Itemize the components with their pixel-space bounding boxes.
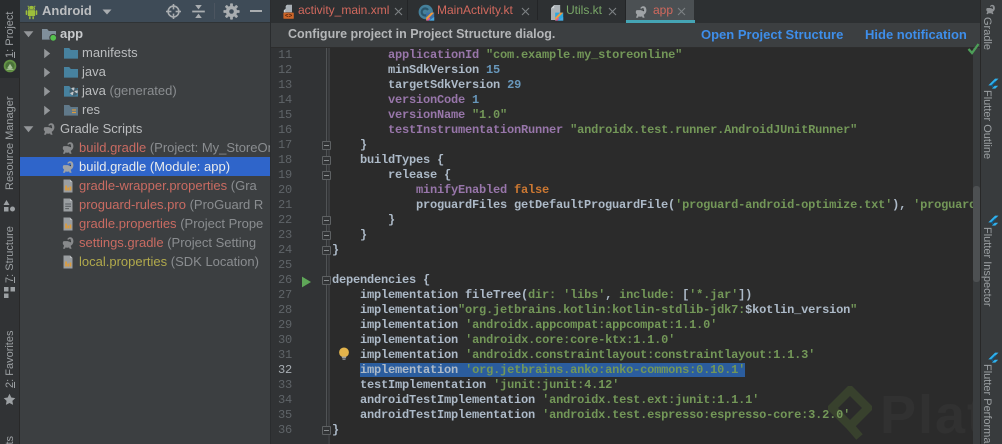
- svg-text:<>: <>: [285, 13, 293, 20]
